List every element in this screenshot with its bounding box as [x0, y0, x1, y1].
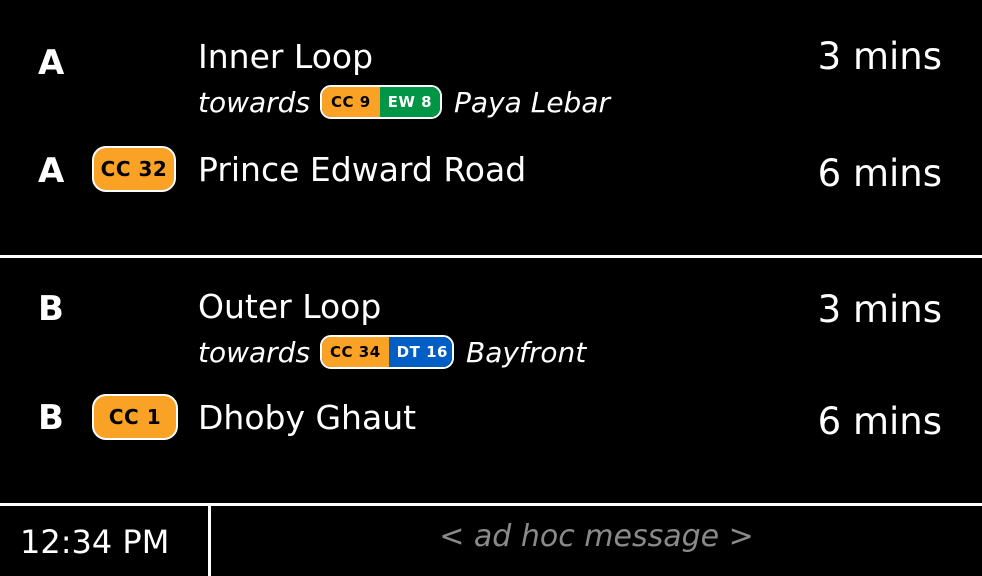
service-destination: Inner Loop [198, 37, 374, 76]
service-destination: Prince Edward Road [198, 150, 527, 189]
downtown-line-code: DT 16 [388, 337, 453, 367]
arrival-time: 6 mins [817, 400, 942, 443]
circle-line-code: CC 34 [322, 337, 389, 367]
arrival-time: 6 mins [817, 152, 942, 195]
ad-hoc-message: < ad hoc message > [439, 519, 754, 554]
towards-line: towards CC 9 EW 8 Paya Lebar [198, 84, 610, 120]
interchange-station-code-badge: CC 34 DT 16 [320, 335, 455, 369]
arrival-time: 3 mins [817, 35, 942, 78]
circle-line-code: CC 9 [322, 87, 380, 117]
platform-b-panel: B Outer Loop 3 mins towards CC 34 DT 16 … [0, 258, 982, 504]
footer-divider [0, 503, 982, 506]
platform-letter: A [38, 151, 65, 191]
terminus-station: Bayfront [466, 335, 587, 369]
platform-letter: B [38, 398, 64, 438]
towards-label: towards [198, 335, 311, 369]
platform-letter: A [38, 43, 65, 83]
interchange-station-code-badge: CC 9 EW 8 [320, 85, 443, 119]
service-destination: Outer Loop [198, 287, 382, 326]
current-time: 12:34 PM [20, 523, 170, 561]
platform-a-panel: A Inner Loop 3 mins towards CC 9 EW 8 Pa… [0, 0, 982, 255]
platform-letter: B [38, 289, 64, 329]
towards-label: towards [198, 85, 311, 119]
station-code-badge: CC 32 [92, 146, 176, 192]
towards-line: towards CC 34 DT 16 Bayfront [198, 334, 586, 370]
terminus-station: Paya Lebar [454, 85, 610, 119]
station-code-badge: CC 1 [92, 394, 178, 440]
service-destination: Dhoby Ghaut [198, 398, 417, 437]
east-west-line-code: EW 8 [379, 87, 441, 117]
arrival-time: 3 mins [817, 288, 942, 331]
